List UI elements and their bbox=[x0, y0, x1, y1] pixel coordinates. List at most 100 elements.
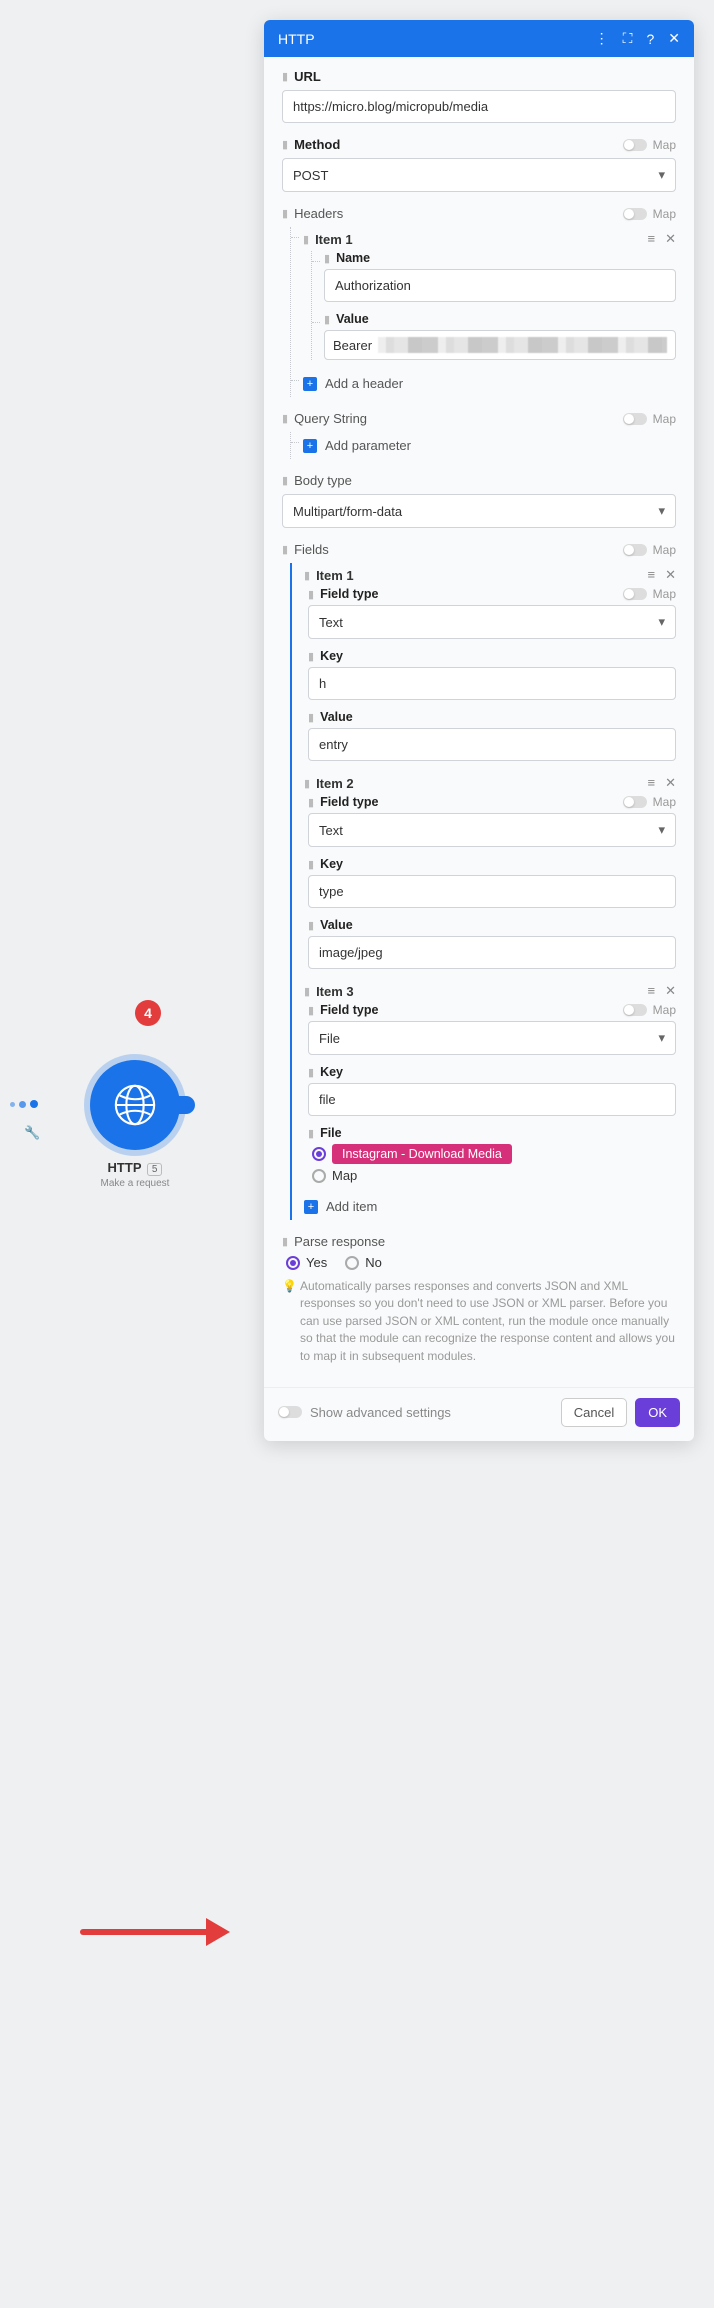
header-item-1: Item 1 bbox=[315, 232, 353, 247]
tag-icon: ▮ bbox=[304, 777, 310, 790]
chevron-down-icon: ▾ bbox=[658, 1030, 665, 1046]
value-input[interactable] bbox=[308, 728, 676, 761]
fieldtype-map-toggle[interactable]: Map bbox=[623, 1003, 676, 1017]
more-icon[interactable]: ⋮ bbox=[595, 30, 609, 47]
fieldtype-select[interactable]: File ▾ bbox=[308, 1021, 676, 1055]
value-label: Value bbox=[320, 710, 353, 724]
tag-icon: ▮ bbox=[308, 919, 314, 932]
tag-icon: ▮ bbox=[308, 1004, 314, 1017]
fieldtype-map-toggle[interactable]: Map bbox=[623, 587, 676, 601]
remove-icon[interactable]: ✕ bbox=[665, 983, 676, 999]
panel-header: HTTP ⋮ ⛶ ? ✕ bbox=[264, 20, 694, 57]
node-output-plug[interactable] bbox=[177, 1096, 195, 1114]
header-name-input[interactable] bbox=[324, 269, 676, 302]
tag-icon: ▮ bbox=[308, 796, 314, 809]
key-label: Key bbox=[320, 857, 343, 871]
key-input[interactable] bbox=[308, 667, 676, 700]
method-label: Method bbox=[294, 137, 340, 152]
expand-icon[interactable]: ⛶ bbox=[623, 30, 633, 47]
field-item-1: Item 1 bbox=[316, 568, 354, 583]
body-type-select[interactable]: Multipart/form-data ▾ bbox=[282, 494, 676, 528]
menu-icon[interactable]: ≡ bbox=[648, 231, 656, 247]
file-label: File bbox=[320, 1126, 342, 1140]
tag-icon: ▮ bbox=[282, 1235, 288, 1248]
fieldtype-label: Field type bbox=[320, 795, 378, 809]
chevron-down-icon: ▾ bbox=[658, 167, 665, 183]
query-map-toggle[interactable]: Map bbox=[623, 412, 676, 426]
query-string-field: ▮ Query String Map + Add parameter bbox=[282, 411, 676, 459]
menu-icon[interactable]: ≡ bbox=[648, 567, 656, 583]
headers-field: ▮ Headers Map ▮ Item 1 ≡ ✕ bbox=[282, 206, 676, 397]
add-header-button[interactable]: + Add a header bbox=[303, 370, 676, 397]
headers-map-toggle[interactable]: Map bbox=[623, 207, 676, 221]
ok-button[interactable]: OK bbox=[635, 1398, 680, 1427]
key-input[interactable] bbox=[308, 1083, 676, 1116]
header-value-label: Value bbox=[336, 312, 369, 326]
menu-icon[interactable]: ≡ bbox=[648, 983, 656, 999]
remove-icon[interactable]: ✕ bbox=[665, 567, 676, 583]
parse-help-text: 💡 Automatically parses responses and con… bbox=[300, 1278, 676, 1365]
tag-icon: ▮ bbox=[308, 650, 314, 663]
header-value-input[interactable]: Bearer bbox=[324, 330, 676, 360]
header-name-label: Name bbox=[336, 251, 370, 265]
fields-map-toggle[interactable]: Map bbox=[623, 543, 676, 557]
fieldtype-select[interactable]: Text ▾ bbox=[308, 813, 676, 847]
wrench-icon[interactable]: 🔧 bbox=[24, 1125, 40, 1141]
method-map-toggle[interactable]: Map bbox=[623, 138, 676, 152]
key-input[interactable] bbox=[308, 875, 676, 908]
parse-response-label: Parse response bbox=[294, 1234, 385, 1249]
file-source-radio[interactable]: Instagram - Download Media bbox=[312, 1144, 512, 1164]
parse-yes-radio[interactable]: Yes bbox=[286, 1255, 327, 1270]
fieldtype-select[interactable]: Text ▾ bbox=[308, 605, 676, 639]
tag-icon: ▮ bbox=[324, 313, 330, 326]
advanced-toggle[interactable] bbox=[278, 1406, 302, 1418]
parse-no-radio[interactable]: No bbox=[345, 1255, 382, 1270]
add-parameter-button[interactable]: + Add parameter bbox=[303, 432, 676, 459]
tag-icon: ▮ bbox=[282, 138, 288, 151]
url-label: URL bbox=[294, 69, 321, 84]
plus-icon: + bbox=[303, 377, 317, 391]
bulb-icon: 💡 bbox=[282, 1278, 297, 1295]
tag-icon: ▮ bbox=[282, 207, 288, 220]
url-field: ▮ URL bbox=[282, 69, 676, 123]
value-input[interactable] bbox=[308, 936, 676, 969]
fieldtype-map-toggle[interactable]: Map bbox=[623, 795, 676, 809]
node-circle[interactable] bbox=[90, 1060, 180, 1150]
file-map-radio[interactable]: Map bbox=[312, 1168, 357, 1183]
query-label: Query String bbox=[294, 411, 367, 426]
tag-icon: ▮ bbox=[308, 711, 314, 724]
node-badge: 4 bbox=[135, 1000, 161, 1026]
tag-icon: ▮ bbox=[324, 252, 330, 265]
tag-icon: ▮ bbox=[308, 1127, 314, 1140]
panel-title: HTTP bbox=[278, 31, 315, 47]
method-select[interactable]: POST ▾ bbox=[282, 158, 676, 192]
add-item-button[interactable]: + Add item bbox=[304, 1193, 676, 1220]
close-icon[interactable]: ✕ bbox=[668, 30, 680, 47]
node-label: HTTP 5 Make a request bbox=[90, 1160, 180, 1189]
fieldtype-label: Field type bbox=[320, 587, 378, 601]
help-icon[interactable]: ? bbox=[646, 31, 654, 47]
tag-icon: ▮ bbox=[282, 70, 288, 83]
url-input[interactable] bbox=[282, 90, 676, 123]
remove-icon[interactable]: ✕ bbox=[665, 231, 676, 247]
field-item-2: Item 2 bbox=[316, 776, 354, 791]
key-label: Key bbox=[320, 1065, 343, 1079]
annotation-arrow bbox=[80, 1912, 230, 1952]
tag-icon: ▮ bbox=[303, 233, 309, 246]
key-label: Key bbox=[320, 649, 343, 663]
globe-icon bbox=[112, 1082, 158, 1128]
remove-icon[interactable]: ✕ bbox=[665, 775, 676, 791]
tag-icon: ▮ bbox=[304, 569, 310, 582]
chevron-down-icon: ▾ bbox=[658, 503, 665, 519]
chevron-down-icon: ▾ bbox=[658, 614, 665, 630]
tag-icon: ▮ bbox=[308, 588, 314, 601]
connector-dots bbox=[10, 1100, 38, 1108]
tag-icon: ▮ bbox=[282, 543, 288, 556]
menu-icon[interactable]: ≡ bbox=[648, 775, 656, 791]
cancel-button[interactable]: Cancel bbox=[561, 1398, 627, 1427]
panel-footer: Show advanced settings Cancel OK bbox=[264, 1387, 694, 1441]
show-advanced-label: Show advanced settings bbox=[310, 1405, 451, 1420]
tag-icon: ▮ bbox=[308, 858, 314, 871]
tag-icon: ▮ bbox=[308, 1066, 314, 1079]
fields-field: ▮ Fields Map ▮ Item 1 ≡ ✕ bbox=[282, 542, 676, 1220]
